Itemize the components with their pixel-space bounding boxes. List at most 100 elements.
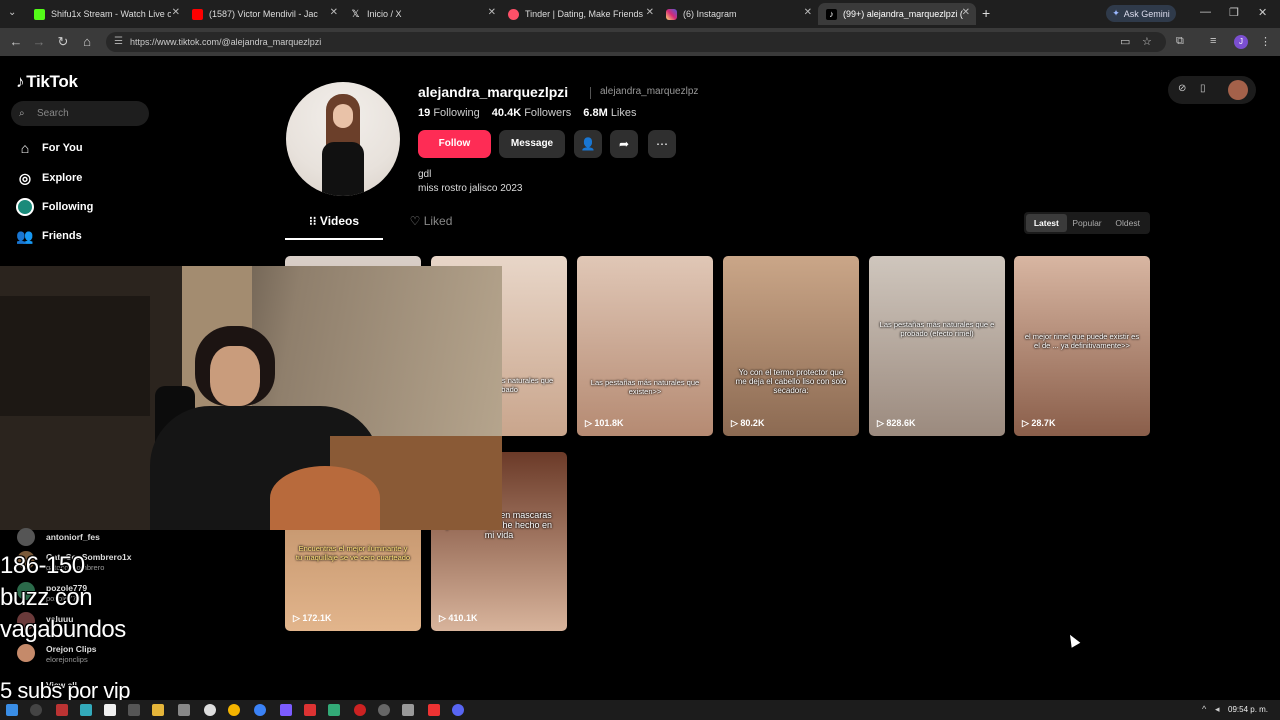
minimize-icon[interactable]: — <box>1200 6 1211 18</box>
app-icon[interactable] <box>204 704 216 716</box>
app-icon[interactable] <box>378 704 390 716</box>
streamer-webcam <box>0 266 502 530</box>
bio-line: gdl <box>418 169 432 180</box>
new-tab-button[interactable]: + <box>982 5 990 21</box>
reload-icon[interactable]: ↻ <box>55 34 71 50</box>
tab-kick[interactable]: Shifu1x Stream - Watch Live on ✕ <box>26 3 186 25</box>
grid-icon: ⁝⁝ <box>308 214 320 228</box>
tab-x[interactable]: 𝕏 Inicio / X ✕ <box>342 3 502 25</box>
app-icon[interactable] <box>80 704 92 716</box>
close-icon[interactable]: ✕ <box>330 7 338 18</box>
site-settings-icon[interactable]: ☰ <box>114 32 123 52</box>
nav-following[interactable]: Following <box>16 197 93 217</box>
view-count: ▷ 172.1K <box>293 613 332 623</box>
app-icon[interactable] <box>128 704 140 716</box>
close-icon[interactable]: ✕ <box>804 7 812 18</box>
following-account[interactable]: Orejon Clips <box>46 644 97 654</box>
window-close-icon[interactable]: ✕ <box>1258 6 1267 19</box>
tiktok-icon: ♪ <box>826 8 837 20</box>
app-icon[interactable] <box>402 704 414 716</box>
sort-toggle: Latest Popular Oldest <box>1024 212 1150 234</box>
restore-icon[interactable]: ❐ <box>1229 6 1239 19</box>
tab-instagram[interactable]: (6) Instagram ✕ <box>658 3 818 25</box>
app-icon[interactable] <box>254 704 266 716</box>
close-icon[interactable]: ✕ <box>962 7 970 18</box>
tab-youtube[interactable]: (1587) Victor Mendivil - Jac ✕ <box>184 3 344 25</box>
following-stat[interactable]: 19 Following <box>418 107 480 119</box>
tab-list-chevron-icon[interactable]: ⌄ <box>8 7 16 18</box>
view-count: ▷ 80.2K <box>731 418 765 428</box>
close-icon[interactable]: ✕ <box>172 7 180 18</box>
search-input[interactable]: ⌕ Search <box>11 101 149 126</box>
discord-icon[interactable] <box>452 704 464 716</box>
message-button[interactable]: Message <box>499 130 565 158</box>
browser-toolbar: ← → ↻ ⌂ ☰ https://www.tiktok.com/@alejan… <box>0 28 1280 56</box>
cast-icon[interactable]: ▭ <box>1120 35 1130 48</box>
tray-chevron-icon[interactable]: ^ <box>1202 704 1206 714</box>
windows-start-icon[interactable] <box>6 704 18 716</box>
avatar[interactable] <box>17 528 35 546</box>
video-thumbnail[interactable]: Yo con el termo protector que me deja el… <box>723 256 859 436</box>
close-icon[interactable]: ✕ <box>488 7 496 18</box>
view-count: ▷ 410.1K <box>439 613 478 623</box>
app-icon[interactable] <box>178 704 190 716</box>
back-icon[interactable]: ← <box>8 34 24 49</box>
browser-profile-avatar[interactable]: J <box>1234 35 1248 49</box>
follow-button[interactable]: Follow <box>418 130 491 158</box>
add-friend-button[interactable]: 👤 <box>574 130 602 158</box>
bookmark-star-icon[interactable]: ☆ <box>1142 35 1152 48</box>
file-explorer-icon[interactable] <box>152 704 164 716</box>
home-icon[interactable]: ⌂ <box>79 34 95 49</box>
chrome-icon[interactable] <box>228 704 240 716</box>
nav-explore[interactable]: ◎ Explore <box>16 168 82 188</box>
video-thumbnail[interactable]: el mejor rimel que puede existir es el d… <box>1014 256 1150 436</box>
app-icon[interactable] <box>328 704 340 716</box>
search-icon[interactable] <box>30 704 42 716</box>
followers-stat[interactable]: 40.4K Followers <box>492 107 572 119</box>
volume-icon[interactable]: ◂ <box>1215 704 1220 715</box>
following-avatar-icon <box>16 198 34 216</box>
share-button[interactable]: ➦ <box>610 130 638 158</box>
following-account[interactable]: antoniorf_fes <box>46 532 100 542</box>
profile-handle: alejandra_marquezlpz <box>600 86 699 97</box>
nav-friends[interactable]: 👥 Friends <box>16 226 81 246</box>
app-icon[interactable] <box>104 704 116 716</box>
more-options-button[interactable]: ⋯ <box>648 130 676 158</box>
tab-tinder[interactable]: Tinder | Dating, Make Friends & ✕ <box>500 3 660 25</box>
app-icon[interactable] <box>56 704 68 716</box>
browser-tab-strip: ⌄ Shifu1x Stream - Watch Live on ✕ (1587… <box>0 0 1280 28</box>
app-icon[interactable] <box>304 704 316 716</box>
tab-tiktok[interactable]: ♪ (99+) alejandra_marquezlpzi (@ ✕ <box>818 3 976 25</box>
tiktok-logo[interactable]: ♪ TikTok <box>16 72 78 92</box>
divider <box>590 87 591 99</box>
windows-taskbar: ^ ◂ 09:54 p. m. <box>0 700 1280 720</box>
app-icon[interactable] <box>280 704 292 716</box>
compass-icon[interactable]: ⊘ <box>1178 83 1186 94</box>
app-icon[interactable] <box>354 704 366 716</box>
clock[interactable]: 09:54 p. m. <box>1228 705 1268 714</box>
address-bar[interactable]: ☰ https://www.tiktok.com/@alejandra_marq… <box>106 32 1166 52</box>
extensions-icon[interactable]: ⧉ <box>1176 35 1184 48</box>
sort-oldest[interactable]: Oldest <box>1107 214 1148 232</box>
sort-popular[interactable]: Popular <box>1067 214 1108 232</box>
avatar[interactable] <box>17 644 35 662</box>
heart-outline-icon: ♡ <box>409 214 424 228</box>
user-avatar[interactable] <box>1228 80 1248 100</box>
video-thumbnail[interactable]: Las pestañas más naturales que e probado… <box>869 256 1005 436</box>
device-icon[interactable]: ▯ <box>1200 83 1206 94</box>
mouse-cursor <box>1065 632 1081 648</box>
nav-for-you[interactable]: ⌂ For You <box>16 138 83 158</box>
tab-liked[interactable]: ♡ Liked <box>396 214 466 240</box>
video-thumbnail[interactable]: Las pestañas más naturales que existen>>… <box>577 256 713 436</box>
forward-icon[interactable]: → <box>31 34 47 49</box>
tab-videos[interactable]: ⁝⁝ Videos <box>285 214 383 240</box>
media-controls-icon[interactable]: ≡ <box>1210 35 1216 47</box>
profile-avatar <box>286 82 400 196</box>
sort-latest[interactable]: Latest <box>1026 214 1067 232</box>
ask-gemini-button[interactable]: ✦ Ask Gemini <box>1106 5 1176 22</box>
close-icon[interactable]: ✕ <box>646 7 654 18</box>
bio-line: miss rostro jalisco 2023 <box>418 183 523 194</box>
menu-kebab-icon[interactable]: ⋮ <box>1260 35 1271 48</box>
search-icon: ⌕ <box>19 108 25 119</box>
app-icon[interactable] <box>428 704 440 716</box>
